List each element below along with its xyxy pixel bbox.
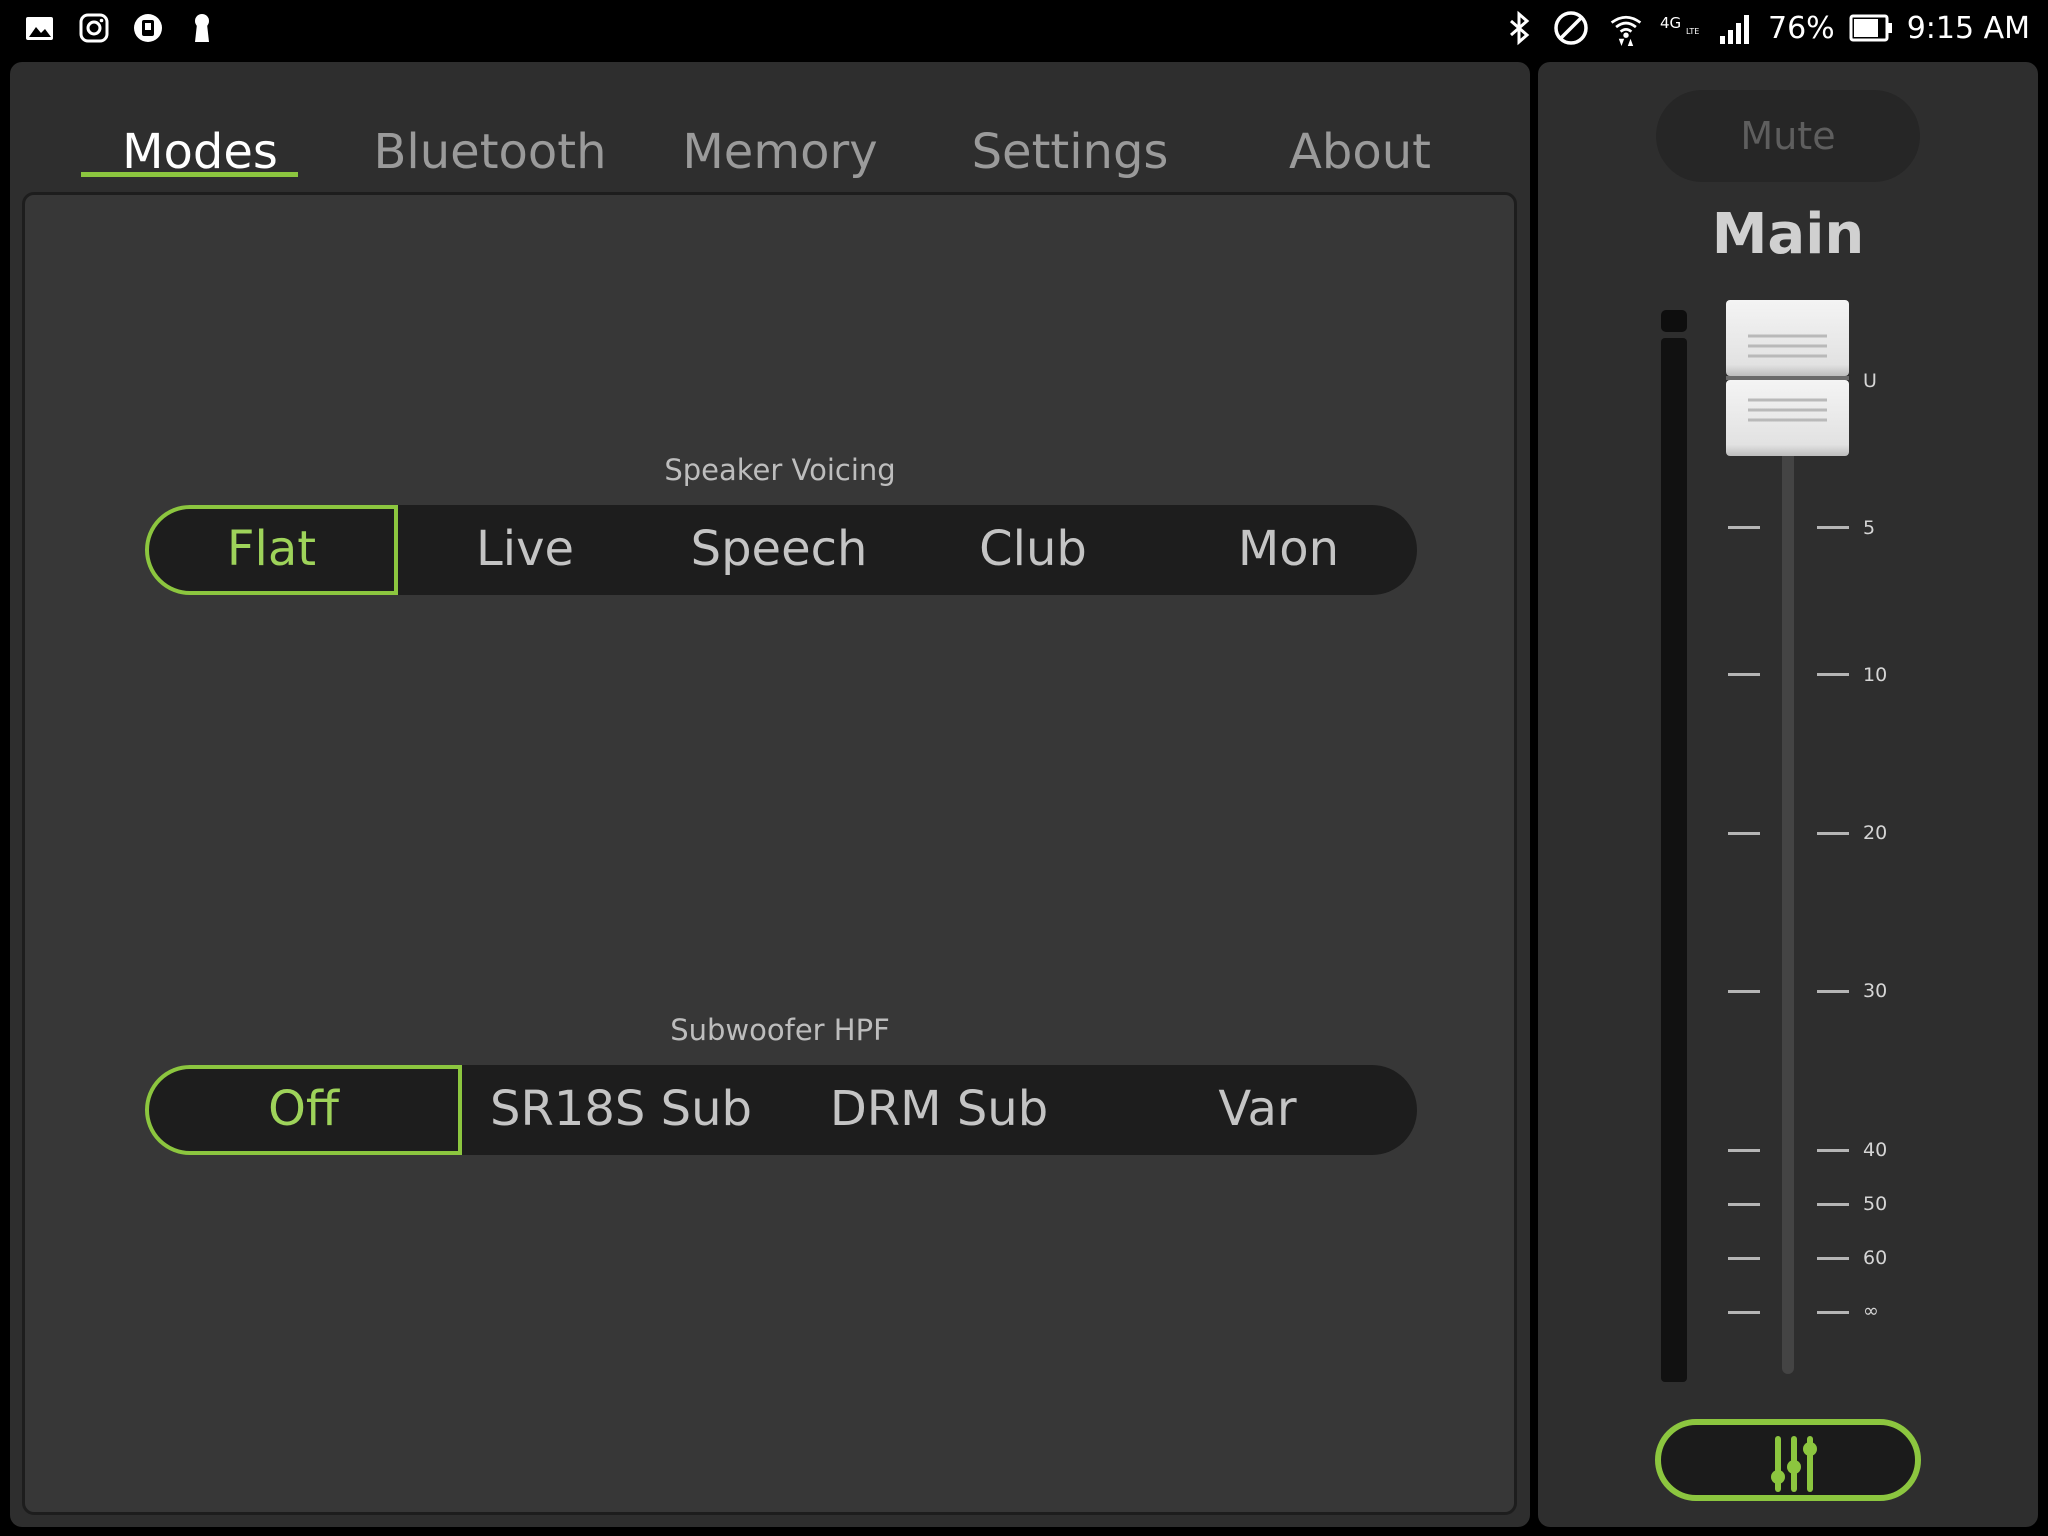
tab-memory[interactable]: Memory <box>660 124 900 184</box>
mixer-view-button[interactable] <box>1655 1419 1921 1501</box>
app-icon <box>134 14 162 42</box>
main-panel: Modes Bluetooth Memory Settings About Sp… <box>10 62 1530 1527</box>
status-bar: 4G LTE 76% 9:15 AM <box>0 0 2048 58</box>
active-tab-indicator <box>81 172 298 177</box>
clip-indicator <box>1661 310 1687 332</box>
scale-tick <box>1817 832 1849 835</box>
gallery-icon <box>26 17 53 40</box>
scale-label-u: U <box>1863 370 1877 392</box>
tab-bar: Modes Bluetooth Memory Settings About <box>10 62 1530 192</box>
scale-label-50: 50 <box>1863 1193 1888 1215</box>
scale-label-30: 30 <box>1863 980 1888 1002</box>
fader-track[interactable] <box>1782 422 1794 1374</box>
voicing-option-speech[interactable]: Speech <box>652 505 906 595</box>
scale-label-10: 10 <box>1863 664 1888 686</box>
signal-icon <box>1720 15 1749 44</box>
hpf-option-var[interactable]: Var <box>1098 1065 1417 1155</box>
scale-label-60: 60 <box>1863 1247 1888 1269</box>
svg-text:4G: 4G <box>1660 14 1681 32</box>
scale-tick <box>1728 673 1760 676</box>
scale-tick <box>1817 1311 1849 1314</box>
voicing-option-live[interactable]: Live <box>398 505 652 595</box>
4g-lte-icon: 4G LTE <box>1660 14 1699 36</box>
scale-tick <box>1728 526 1760 529</box>
hpf-option-off[interactable]: Off <box>145 1065 462 1155</box>
scale-label-infinity: ∞ <box>1863 1300 1879 1322</box>
svg-text:LTE: LTE <box>1686 27 1699 36</box>
tab-bluetooth[interactable]: Bluetooth <box>370 124 610 184</box>
scale-tick <box>1817 990 1849 993</box>
battery-icon <box>1849 14 1892 42</box>
channel-label: Main <box>1711 202 1865 267</box>
fader-panel: Mute Main U 5 10 20 30 40 50 60 ∞ <box>1538 62 2038 1527</box>
scale-tick <box>1728 1203 1760 1206</box>
tab-about[interactable]: About <box>1240 124 1480 184</box>
hpf-option-drm-sub[interactable]: DRM Sub <box>780 1065 1098 1155</box>
keyhole-icon <box>195 14 209 42</box>
tab-settings[interactable]: Settings <box>950 124 1190 184</box>
scale-tick <box>1817 1203 1849 1206</box>
battery-percent: 76% <box>1768 10 1835 46</box>
bluetooth-icon <box>1510 10 1530 46</box>
voicing-option-club[interactable]: Club <box>906 505 1160 595</box>
clock: 9:15 AM <box>1906 10 2030 46</box>
instagram-icon <box>79 13 109 43</box>
scale-tick <box>1728 1149 1760 1152</box>
subwoofer-hpf-selector: Off SR18S Sub DRM Sub Var <box>145 1065 1417 1155</box>
fader-knob[interactable] <box>1726 300 1849 456</box>
scale-tick <box>1728 1257 1760 1260</box>
scale-tick <box>1817 673 1849 676</box>
scale-tick <box>1817 1257 1849 1260</box>
voicing-option-flat[interactable]: Flat <box>145 505 398 595</box>
speaker-voicing-label: Speaker Voicing <box>664 453 896 487</box>
wifi-icon <box>1610 15 1642 46</box>
voicing-option-mon[interactable]: Mon <box>1160 505 1417 595</box>
hpf-option-sr18s-sub[interactable]: SR18S Sub <box>462 1065 780 1155</box>
mixer-sliders-icon <box>1771 1436 1817 1492</box>
scale-tick <box>1728 1311 1760 1314</box>
subwoofer-hpf-label: Subwoofer HPF <box>670 1013 890 1047</box>
scale-tick <box>1728 990 1760 993</box>
mute-button[interactable]: Mute <box>1656 90 1920 182</box>
scale-label-40: 40 <box>1863 1139 1888 1161</box>
level-meter <box>1661 338 1687 1382</box>
scale-tick <box>1817 526 1849 529</box>
scale-label-20: 20 <box>1863 822 1888 844</box>
scale-label-5: 5 <box>1863 517 1876 539</box>
scale-tick <box>1728 832 1760 835</box>
do-not-disturb-icon <box>1554 11 1588 45</box>
speaker-voicing-selector: Flat Live Speech Club Mon <box>145 505 1417 595</box>
modes-content: Speaker Voicing Flat Live Speech Club Mo… <box>22 192 1517 1515</box>
scale-tick <box>1817 1149 1849 1152</box>
